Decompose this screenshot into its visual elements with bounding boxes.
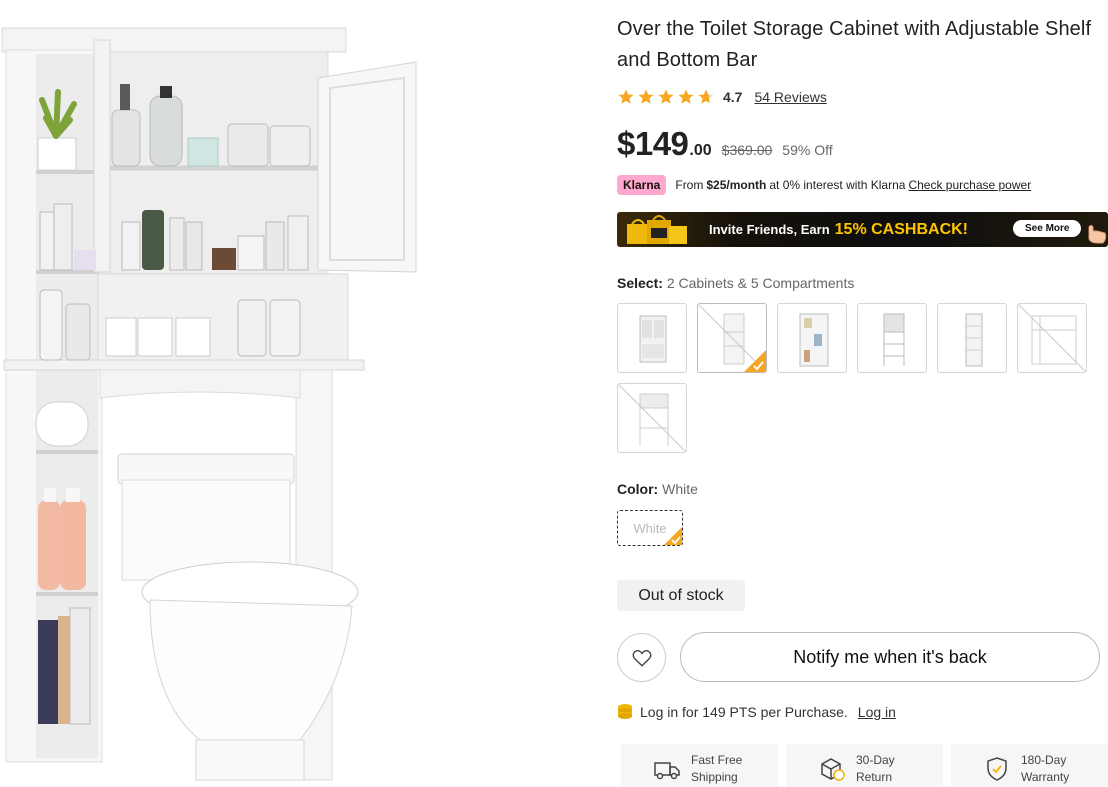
cashback-highlight: 15% CASHBACK! bbox=[834, 220, 969, 238]
variant-option-1[interactable] bbox=[617, 303, 687, 373]
service-line-2: Shipping bbox=[691, 770, 738, 784]
unavailable-slash-icon bbox=[618, 384, 686, 452]
half-star-icon bbox=[698, 89, 714, 104]
service-line-1: Fast Free bbox=[691, 753, 743, 767]
cashback-lead: Invite Friends, Earn bbox=[709, 222, 830, 237]
klarna-check-link[interactable]: Check purchase power bbox=[908, 178, 1031, 192]
star-rating bbox=[617, 88, 715, 106]
star-icon bbox=[678, 89, 694, 104]
points-row: Log in for 149 PTS per Purchase. Log in bbox=[617, 701, 896, 723]
service-fast-free-shipping: Fast Free Shipping bbox=[621, 744, 778, 787]
service-line-1: 30-Day bbox=[856, 753, 895, 767]
service-line-2: Warranty bbox=[1021, 770, 1070, 784]
service-label: 30-Day Return bbox=[856, 752, 895, 786]
wishlist-button[interactable] bbox=[617, 633, 666, 682]
service-line-2: Return bbox=[856, 770, 893, 784]
service-badges: Fast Free Shipping 30-Day Return 180-Day bbox=[621, 744, 1108, 787]
variant-option-3[interactable] bbox=[777, 303, 847, 373]
variant-option-6[interactable] bbox=[1017, 303, 1087, 373]
login-link[interactable]: Log in bbox=[858, 704, 896, 720]
over-toilet-cabinet-illustration bbox=[1, 27, 417, 781]
coin-stack-icon bbox=[618, 704, 632, 719]
color-option-label: White bbox=[633, 520, 667, 536]
current-price-cents: .00 bbox=[689, 142, 712, 159]
star-icon bbox=[618, 89, 634, 104]
variant-option-7[interactable] bbox=[617, 383, 687, 453]
unavailable-slash-icon bbox=[1018, 304, 1086, 372]
klarna-row: Klarna From $25/month at 0% interest wit… bbox=[617, 175, 1031, 195]
variant-select-label: Select: 2 Cabinets & 5 Compartments bbox=[617, 275, 854, 291]
cashback-banner[interactable]: Invite Friends, Earn 15% CASHBACK! See M… bbox=[617, 212, 1108, 247]
cashback-text: Invite Friends, Earn 15% CASHBACK! bbox=[709, 212, 968, 247]
rating-value: 4.7 bbox=[723, 89, 743, 105]
service-label: Fast Free Shipping bbox=[691, 752, 742, 786]
variant-option-5[interactable] bbox=[937, 303, 1007, 373]
klarna-middle: at 0% interest with Klarna bbox=[769, 178, 906, 192]
return-box-icon bbox=[821, 758, 845, 781]
selected-check-icon bbox=[744, 350, 766, 372]
color-value: White bbox=[662, 481, 698, 497]
gift-bags-icon bbox=[627, 215, 687, 244]
variant-select-title: Select: bbox=[617, 275, 663, 291]
original-price: $369.00 bbox=[721, 142, 773, 158]
service-180-day-warranty: 180-Day Warranty bbox=[951, 744, 1108, 787]
product-main-image[interactable] bbox=[0, 0, 430, 787]
product-details-panel: Over the Toilet Storage Cabinet with Adj… bbox=[617, 0, 1108, 787]
notify-when-back-button[interactable]: Notify me when it's back bbox=[680, 632, 1100, 682]
current-price: $149 bbox=[617, 125, 689, 162]
variant-select-value: 2 Cabinets & 5 Compartments bbox=[666, 275, 855, 291]
rating-row: 4.7 54 Reviews bbox=[617, 86, 827, 108]
truck-icon bbox=[654, 762, 680, 780]
points-text: Log in for 149 PTS per Purchase. bbox=[640, 704, 848, 720]
ladder-shelf-thumb-icon bbox=[883, 313, 905, 366]
price-row: $149 .00 $369.00 59% Off bbox=[617, 125, 833, 165]
variant-option-2[interactable] bbox=[697, 303, 767, 373]
klarna-amount: $25/month bbox=[706, 178, 767, 192]
service-30-day-return: 30-Day Return bbox=[786, 744, 943, 787]
service-line-1: 180-Day bbox=[1021, 753, 1067, 767]
drawer-tower-thumb-icon bbox=[965, 313, 983, 367]
cabinet-with-shelves-thumb-icon bbox=[799, 313, 829, 367]
color-option-white[interactable]: White bbox=[617, 510, 683, 546]
discount-label: 59% Off bbox=[782, 142, 833, 158]
shield-check-icon bbox=[987, 757, 1007, 781]
pointing-hand-icon bbox=[1088, 225, 1107, 244]
stock-status-badge: Out of stock bbox=[617, 580, 745, 611]
reviews-link[interactable]: 54 Reviews bbox=[754, 89, 826, 105]
star-icon bbox=[638, 89, 654, 104]
color-label: Color: White bbox=[617, 481, 698, 497]
klarna-badge: Klarna bbox=[617, 175, 667, 195]
see-more-button[interactable]: See More bbox=[1013, 220, 1082, 237]
variant-option-4[interactable] bbox=[857, 303, 927, 373]
color-title: Color: bbox=[617, 481, 659, 497]
star-icon bbox=[658, 89, 674, 104]
klarna-prefix: From bbox=[675, 178, 704, 192]
two-door-cabinet-thumb-icon bbox=[639, 315, 667, 363]
product-title: Over the Toilet Storage Cabinet with Adj… bbox=[617, 18, 1092, 71]
service-label: 180-Day Warranty bbox=[1021, 752, 1069, 786]
selected-check-icon bbox=[664, 527, 682, 545]
heart-icon bbox=[632, 649, 651, 667]
